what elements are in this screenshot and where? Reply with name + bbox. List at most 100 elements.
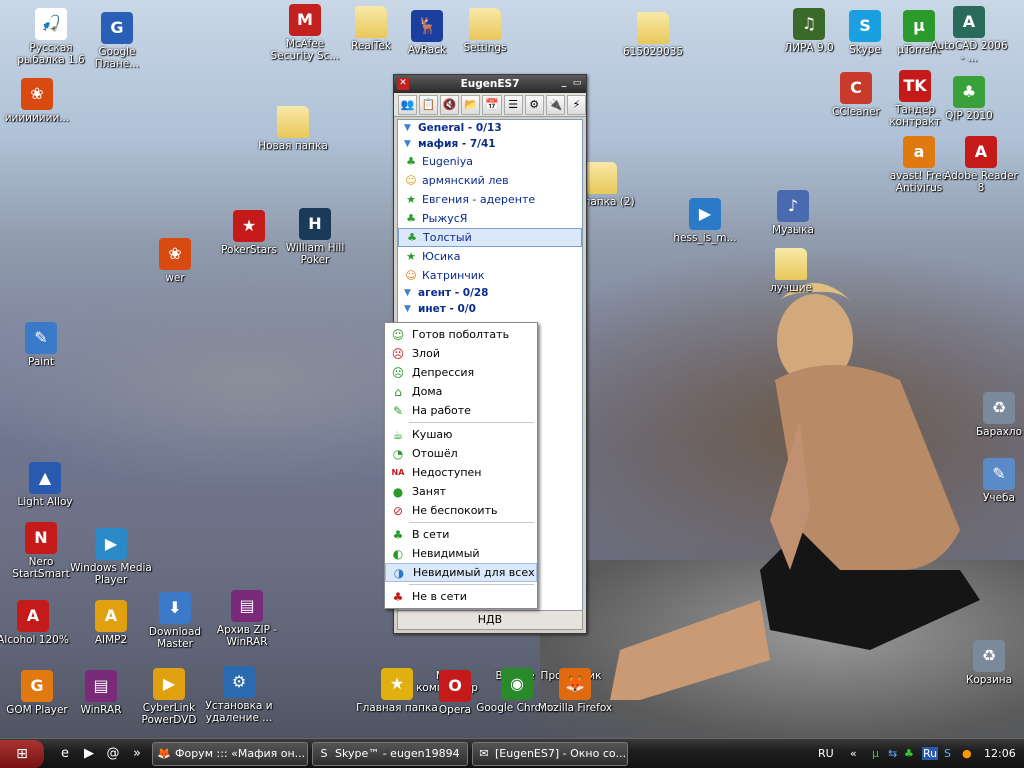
status-button[interactable]: НДВ bbox=[397, 610, 583, 630]
status-menu-item[interactable]: ☺ Готов поболтать bbox=[385, 325, 537, 344]
shortcut-icon: ★ bbox=[233, 210, 265, 242]
shortcut-icon: ♻ bbox=[973, 640, 1005, 672]
status-menu-item[interactable]: ◐ Невидимый bbox=[385, 544, 537, 563]
desktop-icon-label: hess_is_m... bbox=[673, 232, 737, 244]
contact-group[interactable]: ▼ инет - 0/0 bbox=[398, 301, 582, 317]
desktop-icon[interactable]: Новая папка bbox=[252, 106, 334, 152]
toolbar-button-icon[interactable]: 📋 bbox=[419, 94, 439, 115]
toolbar-button-icon[interactable]: 📅 bbox=[482, 94, 502, 115]
taskbar-button[interactable]: S Skype™ - eugen19894 bbox=[312, 742, 468, 766]
desktop-icon[interactable]: ♻ Барахло bbox=[958, 392, 1024, 438]
toolbar-button-icon[interactable]: 👥 bbox=[398, 94, 418, 115]
qip-tray-icon[interactable]: ♣ bbox=[904, 747, 914, 760]
minimize-icon[interactable]: _ bbox=[558, 78, 570, 90]
desktop-icon-label: Учеба bbox=[983, 492, 1015, 504]
desktop-icon[interactable]: 🦊 Mozilla Firefox bbox=[534, 668, 616, 714]
status-menu-item[interactable]: ✎ На работе bbox=[385, 401, 537, 420]
contact-group[interactable]: ▼ мафия - 7/41 bbox=[398, 136, 582, 152]
taskbar-button[interactable]: ✉ [EugenES7] - Окно со... bbox=[472, 742, 628, 766]
desktop-icon[interactable]: ⚙ Установка и удаление ... bbox=[198, 666, 280, 724]
qip-title-bar[interactable]: ✕ EugenES7 _ ▭ bbox=[394, 75, 586, 93]
desktop-icon[interactable]: ✎ Paint bbox=[0, 322, 82, 368]
contact-row[interactable]: ★ Юсика bbox=[398, 247, 582, 266]
language-indicator[interactable]: RU bbox=[818, 747, 834, 760]
desktop-icon[interactable]: G Google Плане... bbox=[76, 12, 158, 70]
contact-group[interactable]: ▼ агент - 0/28 bbox=[398, 285, 582, 301]
status-icon: ◑ bbox=[393, 565, 405, 580]
desktop-icon[interactable]: ❀ wer bbox=[134, 238, 216, 284]
contact-row[interactable]: ♣ РыжусЯ bbox=[398, 209, 582, 228]
menu-separator bbox=[409, 522, 534, 523]
desktop-icon[interactable]: ♻ Корзина bbox=[948, 640, 1024, 686]
quicklaunch-icon[interactable]: ▶ bbox=[80, 745, 98, 763]
keyboard-lang-icon[interactable]: Ru bbox=[922, 747, 939, 760]
contact-row[interactable]: ☺ армянский лев bbox=[398, 171, 582, 190]
status-menu-item[interactable]: NA Недоступен bbox=[385, 463, 537, 482]
shortcut-icon: ✎ bbox=[25, 322, 57, 354]
desktop-icon[interactable]: ♪ Музыка bbox=[752, 190, 834, 236]
contact-row[interactable]: ♣ Толстый bbox=[398, 228, 582, 247]
desktop-icon[interactable]: ▶ Windows Media Player bbox=[70, 528, 152, 586]
toolbar-button-icon[interactable]: 📂 bbox=[461, 94, 481, 115]
contact-label: инет - 0/0 bbox=[418, 303, 476, 315]
desktop-icon[interactable]: ✎ Учеба bbox=[958, 458, 1024, 504]
status-menu-item[interactable]: ◑ Невидимый для всех bbox=[385, 563, 537, 582]
desktop-icon-label: Windows Media Player bbox=[70, 562, 152, 586]
status-menu-item[interactable]: ♣ Не в сети bbox=[385, 587, 537, 606]
folder-icon bbox=[585, 162, 617, 194]
desktop-icon[interactable]: A Alcohol 120% bbox=[0, 600, 74, 646]
toolbar-button-icon[interactable]: 🔌 bbox=[545, 94, 565, 115]
contact-row[interactable]: ☺ Катринчик bbox=[398, 266, 582, 285]
quicklaunch-icon[interactable]: @ bbox=[104, 745, 122, 763]
status-menu-item[interactable]: ◔ Отошёл bbox=[385, 444, 537, 463]
contact-row[interactable]: ★ Евгения - адеренте bbox=[398, 190, 582, 209]
contact-label: Eugeniya bbox=[422, 155, 473, 168]
desktop-icon-label: Архив ZIP - WinRAR bbox=[216, 624, 278, 648]
status-menu-label: Депрессия bbox=[412, 366, 475, 379]
desktop-icon[interactable]: ❀ ииииииии... bbox=[0, 78, 78, 124]
status-menu-item[interactable]: ☕ Кушаю bbox=[385, 425, 537, 444]
shortcut-icon: ⚙ bbox=[223, 666, 255, 698]
status-menu-item[interactable]: ♣ В сети bbox=[385, 525, 537, 544]
status-icon: ♣ bbox=[407, 230, 417, 244]
desktop-icon[interactable]: ⬇ Download Master bbox=[134, 592, 216, 650]
shortcut-icon: ♻ bbox=[983, 392, 1015, 424]
clock[interactable]: 12:06 bbox=[984, 747, 1016, 760]
desktop-icon[interactable]: Settings bbox=[444, 8, 526, 54]
status-menu-item[interactable]: ☹ Депрессия bbox=[385, 363, 537, 382]
shortcut-icon: ◉ bbox=[501, 668, 533, 700]
desktop-icon[interactable]: 615029035 bbox=[612, 12, 694, 58]
skype-tray-icon[interactable]: S bbox=[944, 747, 951, 760]
toolbar-button-icon[interactable]: ⚡ bbox=[566, 94, 586, 115]
desktop-icon[interactable]: ▲ Light Alloy bbox=[4, 462, 86, 508]
toolbar-button-icon[interactable]: 🔇 bbox=[440, 94, 460, 115]
toolbar-button-icon[interactable]: ☰ bbox=[503, 94, 523, 115]
desktop-icon[interactable]: A Adobe Reader 8 bbox=[940, 136, 1022, 194]
desktop-icon[interactable]: H William Hill Poker bbox=[274, 208, 356, 266]
start-button[interactable]: ⊞ bbox=[0, 740, 44, 768]
quicklaunch-icon[interactable]: » bbox=[128, 745, 146, 763]
status-menu[interactable]: ☺ Готов поболтать ☹ Злой ☹ Депрессия ⌂ Дома ✎ На … bbox=[384, 322, 538, 609]
close-icon[interactable]: ✕ bbox=[397, 78, 409, 90]
contact-group[interactable]: ▼ General - 0/13 bbox=[398, 120, 582, 136]
quicklaunch-icon[interactable]: e bbox=[56, 745, 74, 763]
desktop-icon[interactable]: ♣ QIP 2010 bbox=[928, 76, 1010, 122]
network-tray-icon[interactable]: ⇆ bbox=[888, 747, 897, 760]
status-menu-item[interactable]: ⊘ Не беспокоить bbox=[385, 501, 537, 520]
taskbar-button[interactable]: 🦊 Форум ::: «Мафия он... bbox=[152, 742, 308, 766]
desktop-icon[interactable]: ▶ hess_is_m... bbox=[664, 198, 746, 244]
toolbar-button-icon[interactable]: ⚙ bbox=[524, 94, 544, 115]
utorrent-tray-icon[interactable]: µ bbox=[872, 747, 879, 760]
folder-icon bbox=[637, 12, 669, 44]
restore-icon[interactable]: ▭ bbox=[571, 78, 583, 90]
desktop-icon[interactable]: A AutoCAD 2006 - ... bbox=[928, 6, 1010, 64]
status-menu-item[interactable]: ⌂ Дома bbox=[385, 382, 537, 401]
contact-row[interactable]: ♣ Eugeniya bbox=[398, 152, 582, 171]
desktop-icon[interactable]: ▤ Архив ZIP - WinRAR bbox=[206, 590, 288, 648]
status-menu-item[interactable]: ● Занят bbox=[385, 482, 537, 501]
tray-expand-icon[interactable]: « bbox=[850, 747, 857, 760]
avast-tray-icon[interactable]: ● bbox=[962, 747, 972, 760]
status-menu-label: В сети bbox=[412, 528, 450, 541]
desktop-icon[interactable]: лучшие bbox=[750, 248, 832, 294]
status-menu-item[interactable]: ☹ Злой bbox=[385, 344, 537, 363]
